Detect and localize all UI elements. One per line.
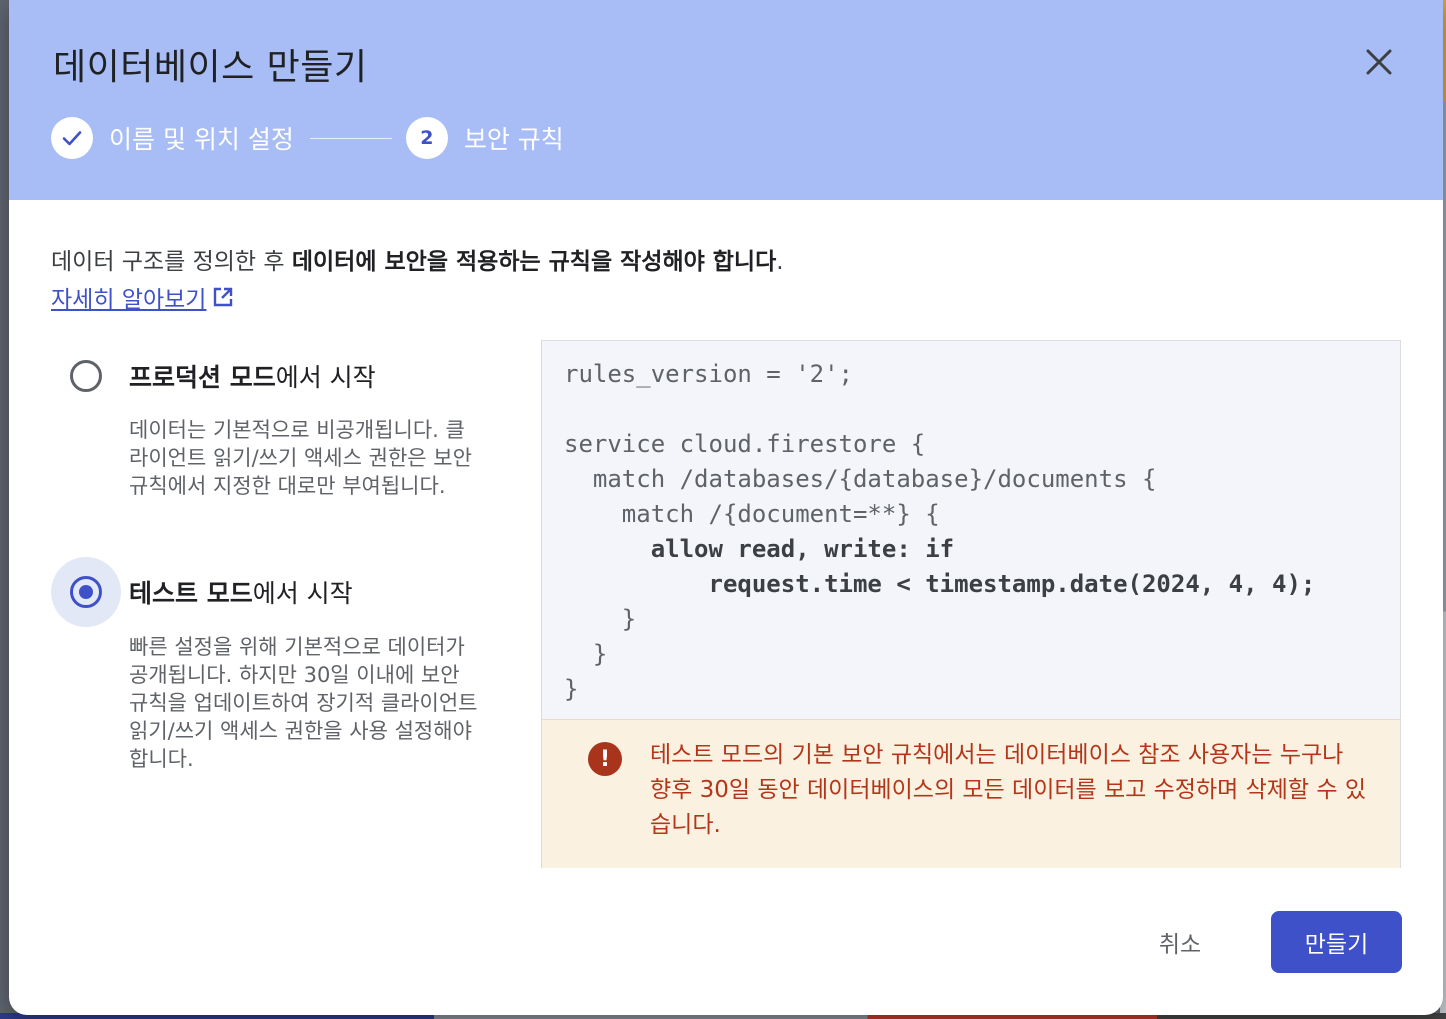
step-1-circle: [51, 117, 93, 159]
code-line: }: [564, 640, 608, 668]
production-mode-label-rest: 에서 시작: [275, 363, 376, 392]
code-line: request.time < timestamp.date(2024, 4, 4…: [564, 570, 1316, 598]
step-2-label: 보안 규칙: [463, 125, 564, 154]
radio-selected-dot: [79, 585, 93, 599]
learn-more-link[interactable]: 자세히 알아보기: [51, 280, 234, 314]
test-mode-label-rest: 에서 시작: [252, 579, 353, 608]
create-database-dialog: 데이터베이스 만들기 이름 및 위치 설정 2 보안 규칙 데이터 구조를 정의…: [9, 0, 1443, 1015]
security-rules-panel: rules_version = '2'; service cloud.fires…: [541, 340, 1401, 868]
dialog-title: 데이터베이스 만들기: [53, 47, 368, 88]
test-mode-label: 테스트 모드에서 시작: [129, 574, 353, 610]
code-line: service cloud.firestore {: [564, 430, 926, 458]
production-mode-radio-wrap[interactable]: [51, 341, 121, 411]
code-line: }: [564, 605, 637, 633]
stepper: 이름 및 위치 설정 2 보안 규칙: [51, 116, 564, 160]
close-icon: [1366, 49, 1392, 75]
production-mode-label-bold: 프로덕션 모드: [129, 363, 276, 392]
production-mode-option[interactable]: 프로덕션 모드에서 시작: [51, 341, 376, 411]
learn-more-label: 자세히 알아보기: [51, 287, 207, 313]
step-1-label: 이름 및 위치 설정: [109, 125, 294, 154]
production-mode-radio[interactable]: [70, 360, 102, 392]
dialog-header: 데이터베이스 만들기 이름 및 위치 설정 2 보안 규칙: [9, 0, 1443, 200]
production-mode-label: 프로덕션 모드에서 시작: [129, 358, 376, 394]
intro-bold: 데이터에 보안을 적용하는 규칙을 작성해야 합니다: [291, 249, 777, 275]
warning-text: 테스트 모드의 기본 보안 규칙에서는 데이터베이스 참조 사용자는 누구나 향…: [650, 742, 1367, 838]
code-line: match /{document=**} {: [564, 500, 940, 528]
create-button[interactable]: 만들기: [1271, 911, 1402, 973]
test-mode-label-bold: 테스트 모드: [129, 579, 253, 608]
intro-plain: 데이터 구조를 정의한 후: [51, 249, 292, 275]
error-icon: !: [588, 742, 622, 776]
code-line: match /databases/{database}/documents {: [564, 465, 1157, 493]
test-mode-option[interactable]: 테스트 모드에서 시작: [51, 557, 353, 627]
step-2-circle: 2: [405, 117, 448, 159]
intro-end: .: [776, 249, 784, 275]
production-mode-description: 데이터는 기본적으로 비공개됩니다. 클라이언트 읽기/쓰기 액세스 권한은 보…: [129, 418, 472, 498]
open-in-new-icon: [214, 287, 233, 307]
test-mode-radio[interactable]: [70, 576, 102, 608]
warning-banner: ! 테스트 모드의 기본 보안 규칙에서는 데이터베이스 참조 사용자는 누구나…: [542, 719, 1400, 868]
security-rules-code: rules_version = '2'; service cloud.fires…: [564, 357, 1315, 707]
close-button[interactable]: [1355, 38, 1403, 86]
test-mode-description: 빠른 설정을 위해 기본적으로 데이터가 공개됩니다. 하지만 30일 이내에 …: [129, 635, 478, 771]
code-line: rules_version = '2';: [564, 360, 853, 388]
cancel-button[interactable]: 취소: [1133, 912, 1227, 972]
code-line: }: [564, 675, 579, 703]
code-line: allow read, write: if: [564, 535, 955, 563]
step-connector: [309, 137, 392, 139]
intro-text: 데이터 구조를 정의한 후 데이터에 보안을 적용하는 규칙을 작성해야 합니다…: [51, 242, 784, 276]
check-icon: [62, 131, 82, 146]
test-mode-radio-wrap[interactable]: [51, 557, 121, 627]
